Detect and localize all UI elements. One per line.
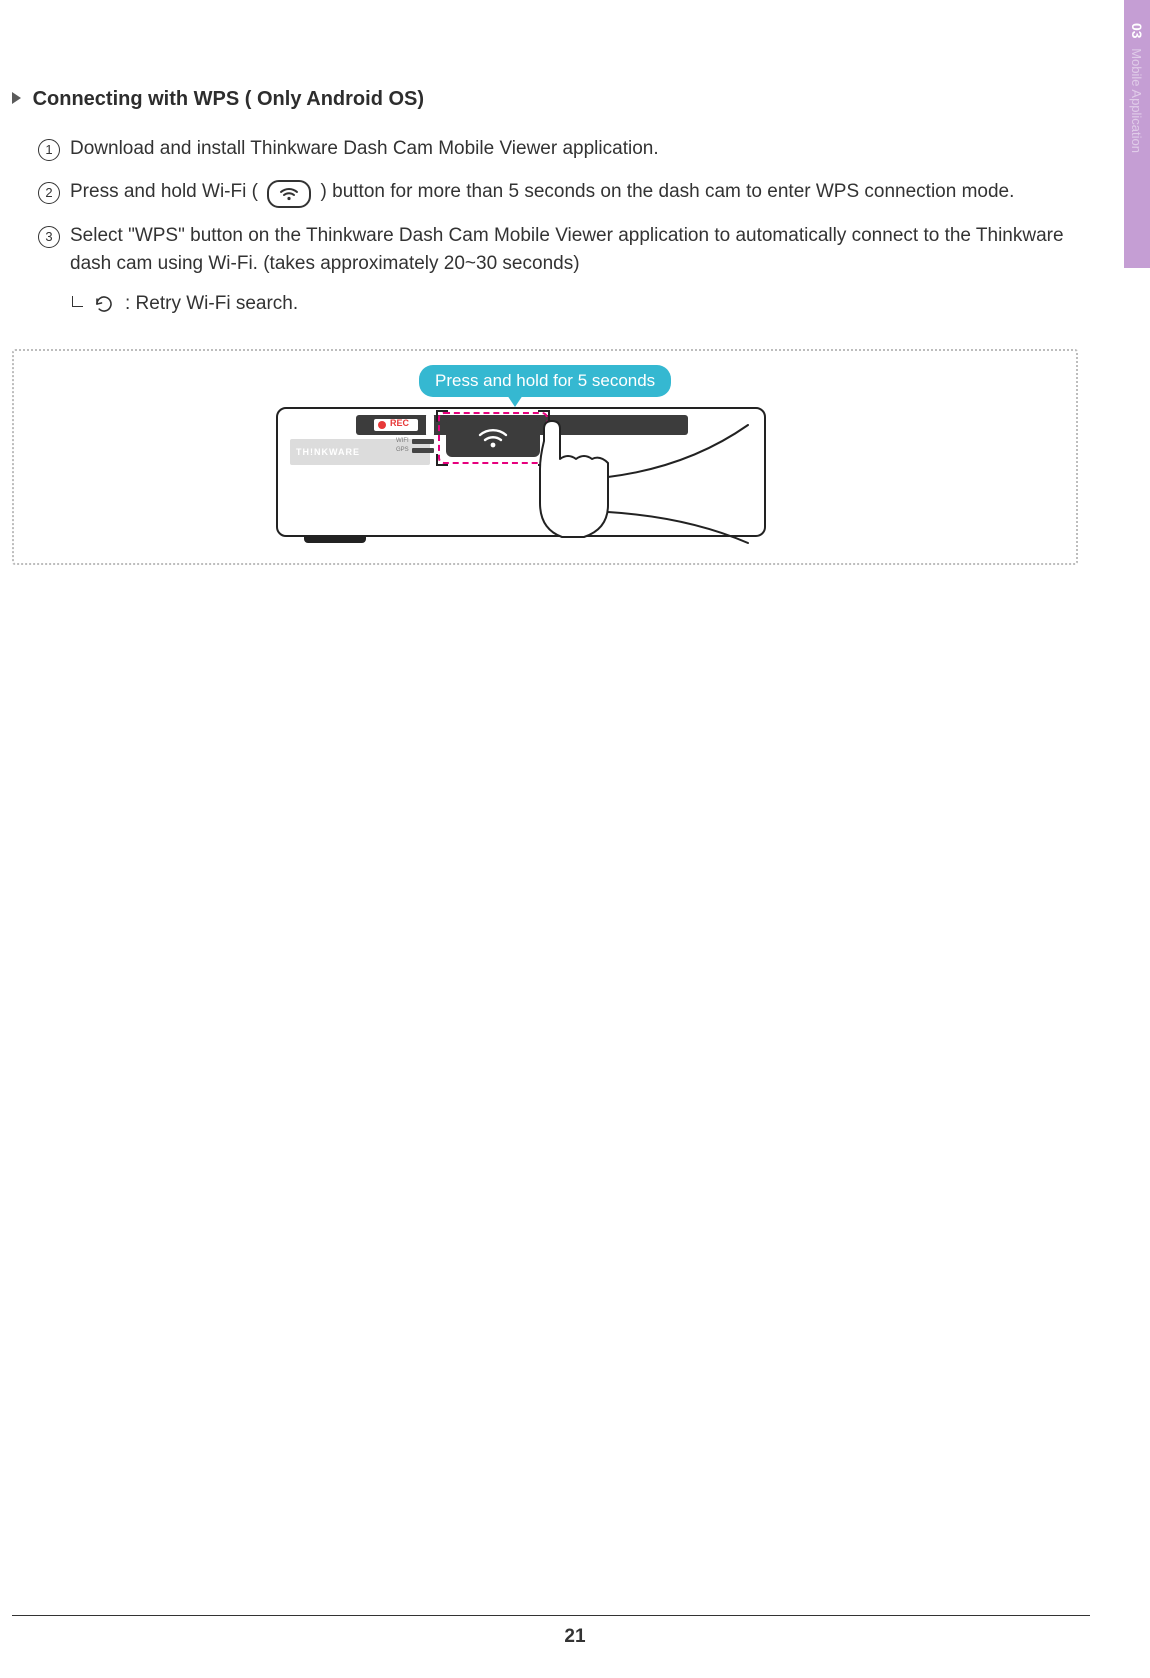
device-brand-label: TH!NKWARE bbox=[296, 447, 360, 457]
step-text: Press and hold Wi-Fi ( ) button for more… bbox=[70, 178, 1078, 208]
wifi-icon bbox=[267, 180, 311, 208]
chapter-number: 03 bbox=[1129, 23, 1145, 39]
hand-pointer-icon bbox=[538, 417, 758, 552]
step-1: 1 Download and install Thinkware Dash Ca… bbox=[38, 135, 1078, 164]
wifi-button-highlight bbox=[438, 412, 548, 464]
step-2: 2 Press and hold Wi-Fi ( ) button for mo… bbox=[38, 178, 1078, 208]
page-footer: 21 bbox=[0, 1599, 1150, 1648]
callout-bubble: Press and hold for 5 seconds bbox=[419, 365, 671, 397]
retry-text: : Retry Wi-Fi search. bbox=[125, 293, 298, 315]
step-number-badge: 3 bbox=[38, 226, 60, 248]
refresh-icon bbox=[93, 293, 115, 315]
rec-indicator: REC bbox=[390, 418, 409, 428]
sublist-corner-icon bbox=[72, 296, 83, 307]
section-title-text: Connecting with WPS ( Only Android OS) bbox=[33, 88, 424, 110]
step-text: Download and install Thinkware Dash Cam … bbox=[70, 135, 1078, 164]
step-text: Select "WPS" button on the Thinkware Das… bbox=[70, 222, 1078, 279]
chapter-title: Mobile Application bbox=[1129, 48, 1144, 153]
section-heading: Connecting with WPS ( Only Android OS) bbox=[12, 88, 1078, 111]
diagram-container: Press and hold for 5 seconds REC TH!NKWA… bbox=[12, 349, 1078, 565]
step-number-badge: 1 bbox=[38, 139, 60, 161]
triangle-bullet-icon bbox=[12, 92, 21, 104]
wifi-button-icon bbox=[446, 419, 540, 457]
page-number: 21 bbox=[564, 1626, 585, 1647]
chapter-side-tab: 03 Mobile Application bbox=[1124, 0, 1150, 268]
device-indicator-labels: WIFI GPS bbox=[396, 437, 434, 456]
steps-list: 1 Download and install Thinkware Dash Ca… bbox=[12, 135, 1078, 279]
dashcam-illustration: REC TH!NKWARE WIFI GPS bbox=[276, 407, 766, 537]
step-number-badge: 2 bbox=[38, 182, 60, 204]
retry-note: : Retry Wi-Fi search. bbox=[72, 293, 1078, 315]
step-3: 3 Select "WPS" button on the Thinkware D… bbox=[38, 222, 1078, 279]
